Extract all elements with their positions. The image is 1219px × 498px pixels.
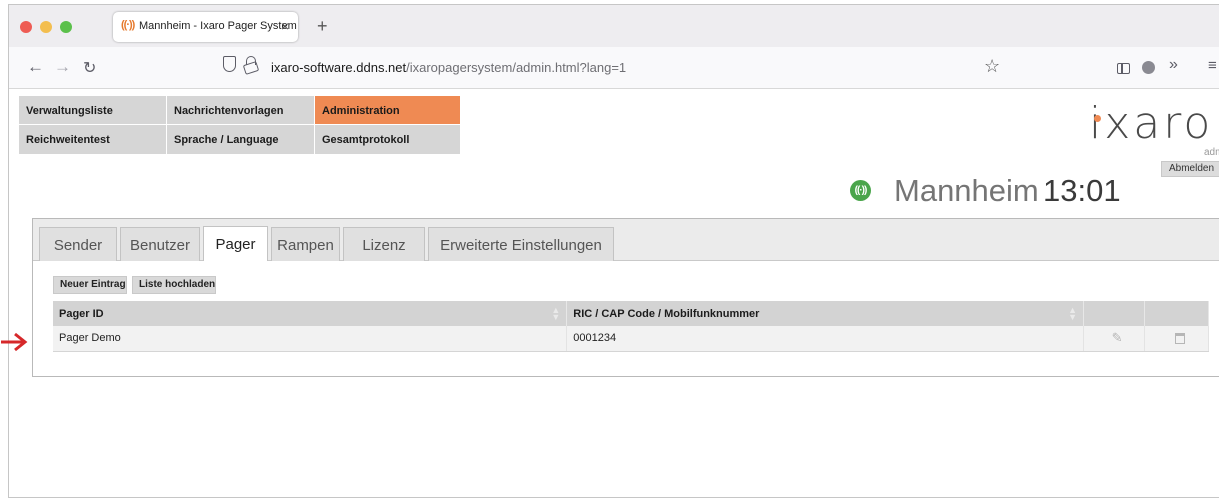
edit-icon[interactable]: ✎: [1111, 331, 1123, 344]
tab-sender[interactable]: Sender: [39, 227, 117, 261]
menu-item-reichweitentest[interactable]: Reichweitentest: [19, 125, 166, 154]
table-header-row: Pager ID ▲ ▼ RIC / CAP Code / Mobilfunknum…: [53, 301, 1209, 326]
trash-icon[interactable]: [1174, 332, 1185, 344]
menu-item-gesamtprotokoll[interactable]: Gesamtprotokoll: [315, 125, 460, 154]
overflow-chevrons-icon[interactable]: »: [1169, 56, 1178, 74]
close-window-button[interactable]: [20, 21, 32, 33]
sort-icon: ▲ ▼: [1068, 305, 1078, 322]
address-bar[interactable]: ixaro-software.ddns.net/ixaropagersystem…: [271, 60, 626, 75]
location-name: Mannheim: [894, 173, 1039, 208]
sort-icon: ▲ ▼: [551, 305, 561, 322]
browser-nav-bar: ← → ↻ ixaro-software.ddns.net/ixaropager…: [9, 47, 1219, 89]
logo-dot: [1094, 115, 1101, 122]
tab-rampen[interactable]: Rampen: [271, 227, 340, 261]
extension-icon[interactable]: [1142, 61, 1155, 74]
column-header-label: Pager ID: [59, 307, 104, 320]
hamburger-menu-icon[interactable]: ≡: [1208, 57, 1217, 74]
new-entry-button[interactable]: Neuer Eintrag: [53, 276, 127, 294]
radio-signal-icon: ((·)): [121, 19, 135, 31]
menu-item-sprache[interactable]: Sprache / Language: [167, 125, 314, 154]
admin-tabs: Sender Benutzer Pager Rampen Lizenz Erwe…: [33, 219, 1219, 261]
tab-lizenz[interactable]: Lizenz: [343, 227, 425, 261]
column-header-ric[interactable]: RIC / CAP Code / Mobilfunknummer ▲ ▼: [566, 301, 1085, 326]
ric-cell: 0001234: [566, 326, 1085, 352]
column-header-label: RIC / CAP Code / Mobilfunknummer: [573, 307, 760, 320]
column-header-pager-id[interactable]: Pager ID ▲ ▼: [53, 301, 568, 326]
page-content: Verwaltungsliste Nachrichtenvorlagen Adm…: [9, 90, 1219, 497]
radio-signal-status-icon: ((·)): [850, 180, 871, 201]
main-menu: Verwaltungsliste Nachrichtenvorlagen Adm…: [19, 96, 460, 154]
bookmark-star-icon[interactable]: ☆: [984, 56, 1000, 77]
table-row[interactable]: Pager Demo 0001234 ✎: [53, 326, 1209, 352]
sidebar-icon[interactable]: [1117, 63, 1130, 74]
ixaro-logo: ixaro: [1081, 98, 1219, 149]
url-path: /ixaropagersystem/admin.html?lang=1: [406, 60, 627, 75]
edit-cell: ✎: [1083, 326, 1145, 352]
forward-arrow-icon[interactable]: →: [54, 57, 71, 77]
logout-button[interactable]: Abmelden: [1161, 161, 1219, 177]
red-arrow-icon: [1, 332, 28, 352]
upload-list-button[interactable]: Liste hochladen: [132, 276, 216, 294]
menu-item-verwaltungsliste[interactable]: Verwaltungsliste: [19, 96, 166, 124]
admin-panel: Sender Benutzer Pager Rampen Lizenz Erwe…: [32, 218, 1219, 377]
browser-tab-title: Mannheim - Ixaro Pager System: [139, 20, 297, 32]
browser-window: ((·)) Mannheim - Ixaro Pager System × + …: [8, 4, 1219, 498]
current-time: 13:01: [1043, 173, 1121, 208]
tab-pager[interactable]: Pager: [203, 226, 268, 261]
browser-tab[interactable]: ((·)) Mannheim - Ixaro Pager System ×: [113, 12, 298, 42]
column-header-edit: [1083, 301, 1145, 326]
insecure-lock-icon[interactable]: [244, 56, 258, 72]
pager-id-cell: Pager Demo: [53, 326, 568, 352]
browser-tab-bar: ((·)) Mannheim - Ixaro Pager System × +: [9, 5, 1219, 47]
tab-benutzer[interactable]: Benutzer: [120, 227, 200, 261]
tab-erweiterte-einstellungen[interactable]: Erweiterte Einstellungen: [428, 227, 614, 261]
reload-icon[interactable]: ↻: [83, 58, 96, 78]
close-tab-icon[interactable]: ×: [281, 18, 289, 34]
url-host: ixaro-software.ddns.net: [271, 60, 407, 75]
user-role-label: admin: [1204, 147, 1219, 158]
delete-cell: [1144, 326, 1209, 352]
minimize-window-button[interactable]: [40, 21, 52, 33]
back-arrow-icon[interactable]: ←: [27, 57, 44, 77]
menu-item-nachrichtenvorlagen[interactable]: Nachrichtenvorlagen: [167, 96, 314, 124]
pager-table: Pager ID ▲ ▼ RIC / CAP Code / Mobilfunknum…: [53, 301, 1209, 352]
column-header-delete: [1144, 301, 1209, 326]
logo-text: ixaro: [1089, 98, 1214, 149]
tracking-shield-icon[interactable]: [223, 56, 236, 72]
new-tab-button[interactable]: +: [317, 16, 328, 37]
zoom-window-button[interactable]: [60, 21, 72, 33]
menu-item-administration[interactable]: Administration: [315, 96, 460, 124]
